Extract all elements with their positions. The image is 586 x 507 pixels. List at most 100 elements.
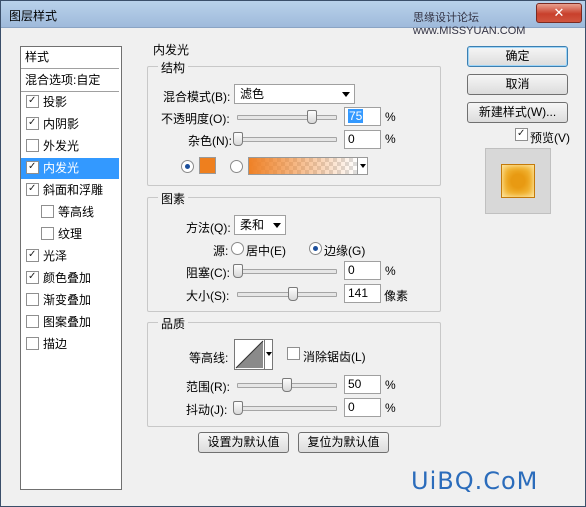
cancel-button[interactable]: 取消 — [467, 74, 568, 95]
choke-slider-thumb[interactable] — [233, 264, 243, 278]
style-item-label: 图案叠加 — [43, 315, 92, 329]
styles-header[interactable]: 样式 — [21, 47, 119, 69]
range-percent: % — [385, 378, 396, 392]
style-item-label: 投影 — [43, 95, 68, 109]
gradient-picker[interactable] — [248, 157, 358, 175]
style-item[interactable]: 渐变叠加 — [21, 290, 119, 311]
style-item-label: 纹理 — [58, 227, 83, 241]
blend-mode-label: 混合模式(B): — [163, 90, 231, 104]
blend-options-item[interactable]: 混合选项:自定 — [21, 70, 119, 92]
gradient-radio[interactable] — [230, 160, 243, 173]
ok-button[interactable]: 确定 — [467, 46, 568, 67]
size-label: 大小(S): — [186, 289, 230, 303]
source-center-radio[interactable] — [231, 242, 244, 255]
size-input[interactable]: 141 — [344, 284, 381, 303]
glow-color-swatch[interactable] — [199, 157, 216, 174]
jitter-slider[interactable] — [237, 406, 337, 411]
noise-input[interactable]: 0 — [344, 130, 381, 149]
style-item[interactable]: 颜色叠加 — [21, 268, 119, 289]
technique-select[interactable]: 柔和 — [234, 215, 286, 235]
source-label: 源: — [213, 244, 229, 258]
style-item-checkbox[interactable] — [26, 117, 39, 131]
style-item[interactable]: 内发光 — [21, 158, 119, 179]
quality-title: 品质 — [158, 315, 189, 332]
range-label: 范围(R): — [186, 380, 230, 394]
style-item-checkbox[interactable] — [26, 315, 39, 329]
noise-percent: % — [385, 132, 396, 146]
style-item[interactable]: 等高线 — [21, 202, 119, 223]
contour-curve-icon — [235, 340, 264, 369]
structure-title: 结构 — [158, 59, 189, 76]
noise-slider-thumb[interactable] — [233, 132, 243, 146]
opacity-label: 不透明度(O): — [161, 112, 230, 126]
opacity-percent: % — [385, 110, 396, 124]
style-item-checkbox[interactable] — [41, 205, 54, 219]
choke-percent: % — [385, 264, 396, 278]
preview-checkbox[interactable] — [515, 128, 528, 142]
choke-input[interactable]: 0 — [344, 261, 381, 280]
range-input[interactable]: 50 — [344, 375, 381, 394]
size-slider[interactable] — [237, 292, 337, 297]
blend-mode-value: 滤色 — [240, 87, 265, 101]
dialog-title: 图层样式 — [9, 9, 58, 23]
style-item-checkbox[interactable] — [26, 293, 39, 307]
style-item-label: 斜面和浮雕 — [43, 183, 104, 197]
new-style-button[interactable]: 新建样式(W)... — [467, 102, 568, 123]
close-button[interactable]: ✕ — [536, 3, 582, 23]
style-item[interactable]: 描边 — [21, 334, 119, 355]
elements-title: 图素 — [158, 190, 189, 207]
jitter-input[interactable]: 0 — [344, 398, 381, 417]
source-edge-radio[interactable] — [309, 242, 322, 255]
size-slider-thumb[interactable] — [288, 287, 299, 301]
anti-alias-checkbox-box[interactable] — [287, 347, 300, 361]
contour-label: 等高线: — [189, 351, 229, 365]
style-item[interactable]: 投影 — [21, 92, 119, 113]
style-item[interactable]: 内阴影 — [21, 114, 119, 135]
style-item[interactable]: 光泽 — [21, 246, 119, 267]
jitter-percent: % — [385, 401, 396, 415]
preview-checkbox-box[interactable] — [515, 128, 528, 142]
gradient-dropdown-arrow[interactable] — [357, 157, 368, 175]
jitter-slider-thumb[interactable] — [233, 401, 243, 415]
technique-value: 柔和 — [240, 218, 265, 232]
anti-alias-checkbox[interactable] — [287, 347, 300, 361]
style-item[interactable]: 纹理 — [21, 224, 119, 245]
style-item-checkbox[interactable] — [26, 161, 39, 175]
solid-color-radio[interactable] — [181, 160, 194, 173]
opacity-input[interactable]: 75 — [344, 107, 381, 126]
opacity-slider[interactable] — [237, 115, 337, 120]
style-item[interactable]: 斜面和浮雕 — [21, 180, 119, 201]
style-item-checkbox[interactable] — [41, 227, 54, 241]
source-center-label: 居中(E) — [246, 244, 286, 258]
blend-mode-select[interactable]: 滤色 — [234, 84, 355, 104]
choke-slider[interactable] — [237, 269, 337, 274]
contour-dropdown-arrow[interactable] — [264, 339, 273, 370]
jitter-label: 抖动(J): — [186, 403, 228, 417]
title-bar[interactable]: 图层样式 思缘设计论坛 www.MISSYUAN.COM ✕ — [1, 1, 585, 37]
section-title: 内发光 — [153, 43, 190, 57]
style-item-label: 内发光 — [43, 161, 80, 175]
anti-alias-label: 消除锯齿(L) — [303, 350, 366, 364]
size-unit: 像素 — [384, 289, 409, 303]
make-default-button[interactable]: 设置为默认值 — [198, 432, 289, 453]
style-item-checkbox[interactable] — [26, 139, 39, 153]
opacity-slider-thumb[interactable] — [306, 110, 317, 124]
style-item-label: 等高线 — [58, 205, 95, 219]
style-item[interactable]: 外发光 — [21, 136, 119, 157]
reset-default-button[interactable]: 复位为默认值 — [298, 432, 389, 453]
style-item-checkbox[interactable] — [26, 249, 39, 263]
style-item-checkbox[interactable] — [26, 95, 39, 109]
noise-slider[interactable] — [237, 137, 337, 142]
style-item-checkbox[interactable] — [26, 271, 39, 285]
style-item-label: 颜色叠加 — [43, 271, 92, 285]
noise-label: 杂色(N): — [188, 134, 232, 148]
preview-swatch — [501, 164, 535, 198]
contour-preview[interactable] — [234, 339, 265, 370]
style-item-checkbox[interactable] — [26, 183, 39, 197]
range-slider-thumb[interactable] — [282, 378, 292, 392]
style-preview — [485, 148, 551, 214]
style-item-label: 光泽 — [43, 249, 68, 263]
chevron-down-icon — [273, 223, 281, 228]
style-item-checkbox[interactable] — [26, 337, 39, 351]
style-item[interactable]: 图案叠加 — [21, 312, 119, 333]
